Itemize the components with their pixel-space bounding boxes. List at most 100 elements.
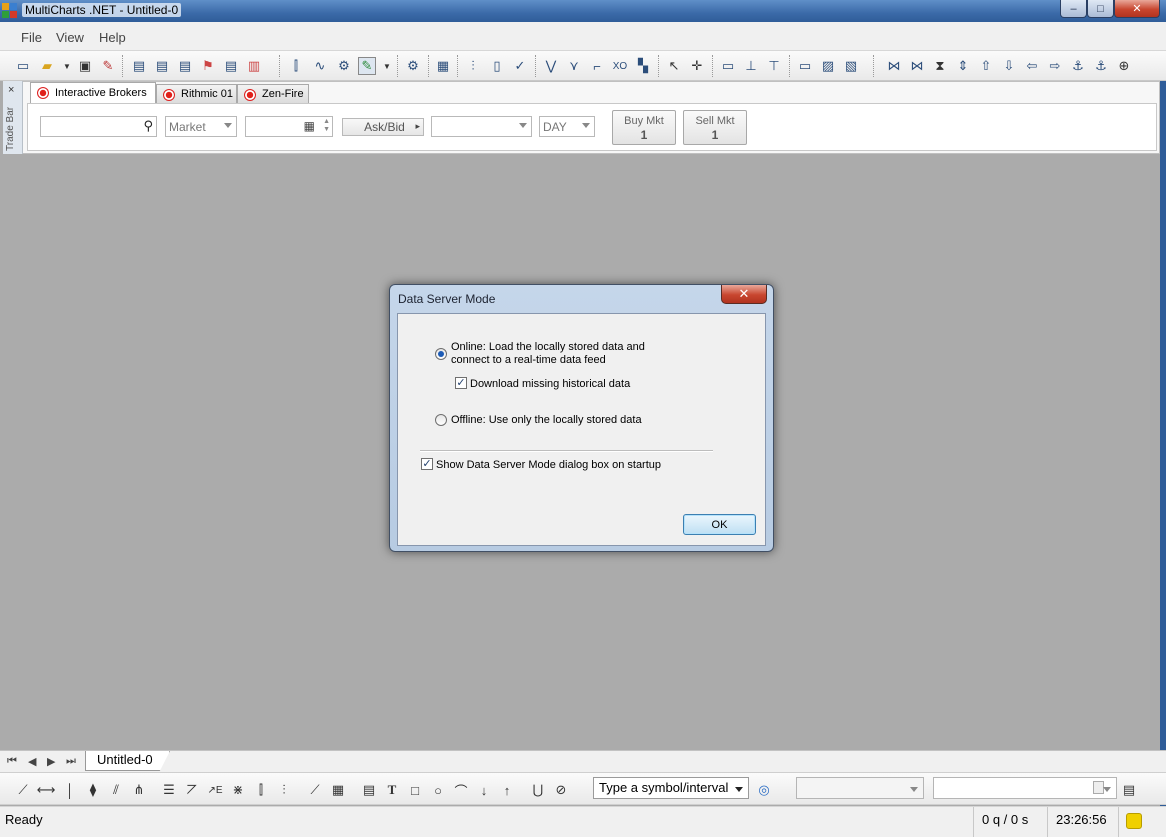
doc-a-icon[interactable]: ▤ [130, 57, 148, 75]
hourglass-icon[interactable]: ⧗ [931, 57, 949, 75]
text-box-icon[interactable]: ▤ [360, 781, 378, 799]
arc-icon[interactable]: ⌒ [452, 781, 470, 799]
online-label[interactable]: Online: Load the locally stored data and… [451, 341, 645, 367]
grid-icon[interactable]: ▦ [329, 781, 347, 799]
minimize-button[interactable]: – [1060, 0, 1087, 18]
fib-retracement-icon[interactable]: ☰ [160, 781, 178, 799]
offline-label[interactable]: Offline: Use only the locally stored dat… [451, 414, 642, 427]
bars-curve-icon[interactable]: ∿ [311, 57, 329, 75]
spinner-icon[interactable]: ▲ ▼ [323, 118, 330, 134]
tab-zen-fire[interactable]: Zen-Fire [237, 84, 309, 103]
anchor-up-icon[interactable]: ⚓ [1069, 57, 1087, 75]
rectangle-icon[interactable]: □ [406, 781, 424, 799]
symbol-interval-combo[interactable]: Type a symbol/interval [593, 777, 749, 799]
symbol-input[interactable]: ⚲ [40, 116, 157, 137]
lift-icon[interactable]: ⊤ [765, 57, 783, 75]
pencil-active-icon[interactable]: ✎ [358, 57, 376, 75]
bars-settings-icon[interactable]: ⚙ [335, 57, 353, 75]
new-window-icon[interactable]: ▭ [14, 57, 32, 75]
ok-button[interactable]: OK [683, 514, 756, 535]
prev-sheet-icon[interactable]: ◀ [28, 755, 36, 768]
text-icon[interactable]: T [383, 781, 401, 799]
first-icon[interactable]: ⋈ [885, 57, 903, 75]
close-window-button[interactable]: ✕ [1114, 0, 1160, 18]
right-icon[interactable]: ⇨ [1046, 57, 1064, 75]
updown-icon[interactable]: ⇕ [954, 57, 972, 75]
next-sheet-icon[interactable]: ▶ [47, 755, 55, 768]
quantity-input[interactable]: ▦ ▲ ▼ [245, 116, 333, 137]
calendar-icon[interactable]: ▦ [434, 57, 452, 75]
doc-e-icon[interactable]: ▥ [245, 57, 263, 75]
bars-add-icon[interactable]: ⫿ [287, 57, 305, 75]
fib-extension-icon[interactable]: ↗E [206, 781, 224, 799]
crosshair-icon[interactable]: ✛ [688, 57, 706, 75]
down-icon[interactable]: ⇩ [1000, 57, 1018, 75]
open-folder-icon[interactable]: ▰ [38, 57, 56, 75]
download-checkbox[interactable]: ✓ [455, 377, 467, 389]
ellipse-icon[interactable]: ○ [429, 781, 447, 799]
point-figure-icon[interactable]: ⋎ [565, 57, 583, 75]
window-list-icon[interactable]: ▤ [1120, 781, 1138, 799]
cycle-icon[interactable]: ⫶ [275, 781, 293, 799]
lower-icon[interactable]: ⊥ [742, 57, 760, 75]
connection-indicator[interactable] [1118, 807, 1162, 837]
trade-bar-close-icon[interactable]: × [8, 84, 14, 96]
sell-market-button[interactable]: Sell Mkt 1 [683, 110, 747, 145]
doc-b-icon[interactable]: ▤ [153, 57, 171, 75]
startup-checkbox[interactable]: ✓ [421, 458, 433, 470]
doc-d-icon[interactable]: ▤ [222, 57, 240, 75]
xo-icon[interactable]: XO [611, 57, 629, 75]
edit-icon[interactable]: ✎ [99, 57, 117, 75]
online-radio[interactable] [435, 348, 447, 360]
step-icon[interactable]: ⌐ [588, 57, 606, 75]
tab-interactive-brokers[interactable]: Interactive Brokers [30, 82, 156, 103]
last-sheet-icon[interactable]: ⏭ [66, 755, 76, 768]
anchor-down-icon[interactable]: ⚓ [1092, 57, 1110, 75]
cursor-icon[interactable]: ↖ [665, 57, 683, 75]
candle-icon[interactable]: ▯ [488, 57, 506, 75]
maximize-button[interactable]: □ [1087, 0, 1114, 18]
up-icon[interactable]: ⇧ [977, 57, 995, 75]
dropdown-arrow-icon[interactable]: ▼ [378, 57, 396, 75]
first-sheet-icon[interactable]: ⏮ [7, 755, 17, 768]
search-icon[interactable]: ⚲ [143, 118, 153, 134]
sheet-tab-untitled[interactable]: Untitled-0 [85, 751, 170, 771]
left-icon[interactable]: ⇦ [1023, 57, 1041, 75]
download-label[interactable]: Download missing historical data [470, 378, 630, 391]
formats-icon[interactable]: ⚙ [404, 57, 422, 75]
menu-file[interactable]: File [21, 30, 42, 45]
picture-icon[interactable]: ▨ [819, 57, 837, 75]
arrow-down-icon[interactable]: ↓ [475, 781, 493, 799]
menu-help[interactable]: Help [99, 30, 126, 45]
menu-view[interactable]: View [56, 30, 84, 45]
brush-icon[interactable]: ⟋ [306, 781, 324, 799]
trendline-icon[interactable]: ⟋ [14, 781, 32, 799]
horizontal-line-icon[interactable]: ⟷ [37, 781, 56, 799]
fib-time-icon[interactable]: ⫿ [252, 781, 270, 799]
zoom-icon[interactable]: ⊕ [1115, 57, 1133, 75]
price-source-button[interactable]: Ask/Bid ▸ [342, 118, 424, 136]
doc-c-icon[interactable]: ▤ [176, 57, 194, 75]
comment-icon[interactable]: ▭ [719, 57, 737, 75]
prev-icon[interactable]: ⋈ [908, 57, 926, 75]
line-chart-icon[interactable]: ⋁ [542, 57, 560, 75]
startup-label[interactable]: Show Data Server Mode dialog box on star… [436, 459, 661, 472]
checkmark-icon[interactable]: ✓ [511, 57, 529, 75]
dialog-close-button[interactable]: ✕ [721, 285, 767, 304]
channel-icon[interactable]: ⧫ [84, 781, 102, 799]
window-icon[interactable]: ▭ [796, 57, 814, 75]
renko-icon[interactable]: ▚ [634, 57, 652, 75]
tab-rithmic[interactable]: Rithmic 01 [156, 84, 237, 103]
save-icon[interactable]: ▣ [76, 57, 94, 75]
buy-market-button[interactable]: Buy Mkt 1 [612, 110, 676, 145]
review-icon[interactable]: ▧ [842, 57, 860, 75]
parallel-icon[interactable]: ⫽ [107, 781, 125, 799]
compass-icon[interactable]: ◎ [755, 781, 773, 799]
pitchfork-icon[interactable]: ⋔ [130, 781, 148, 799]
dropdown-arrow-icon[interactable]: ▼ [58, 57, 76, 75]
ohlc-icon[interactable]: ⫶ [464, 57, 482, 75]
calculator-icon[interactable]: ▦ [304, 119, 315, 133]
gann-fan-icon[interactable]: ⋇ [229, 781, 247, 799]
order-type-select[interactable]: Market [165, 116, 237, 137]
run-icon[interactable]: ⚑ [199, 57, 217, 75]
